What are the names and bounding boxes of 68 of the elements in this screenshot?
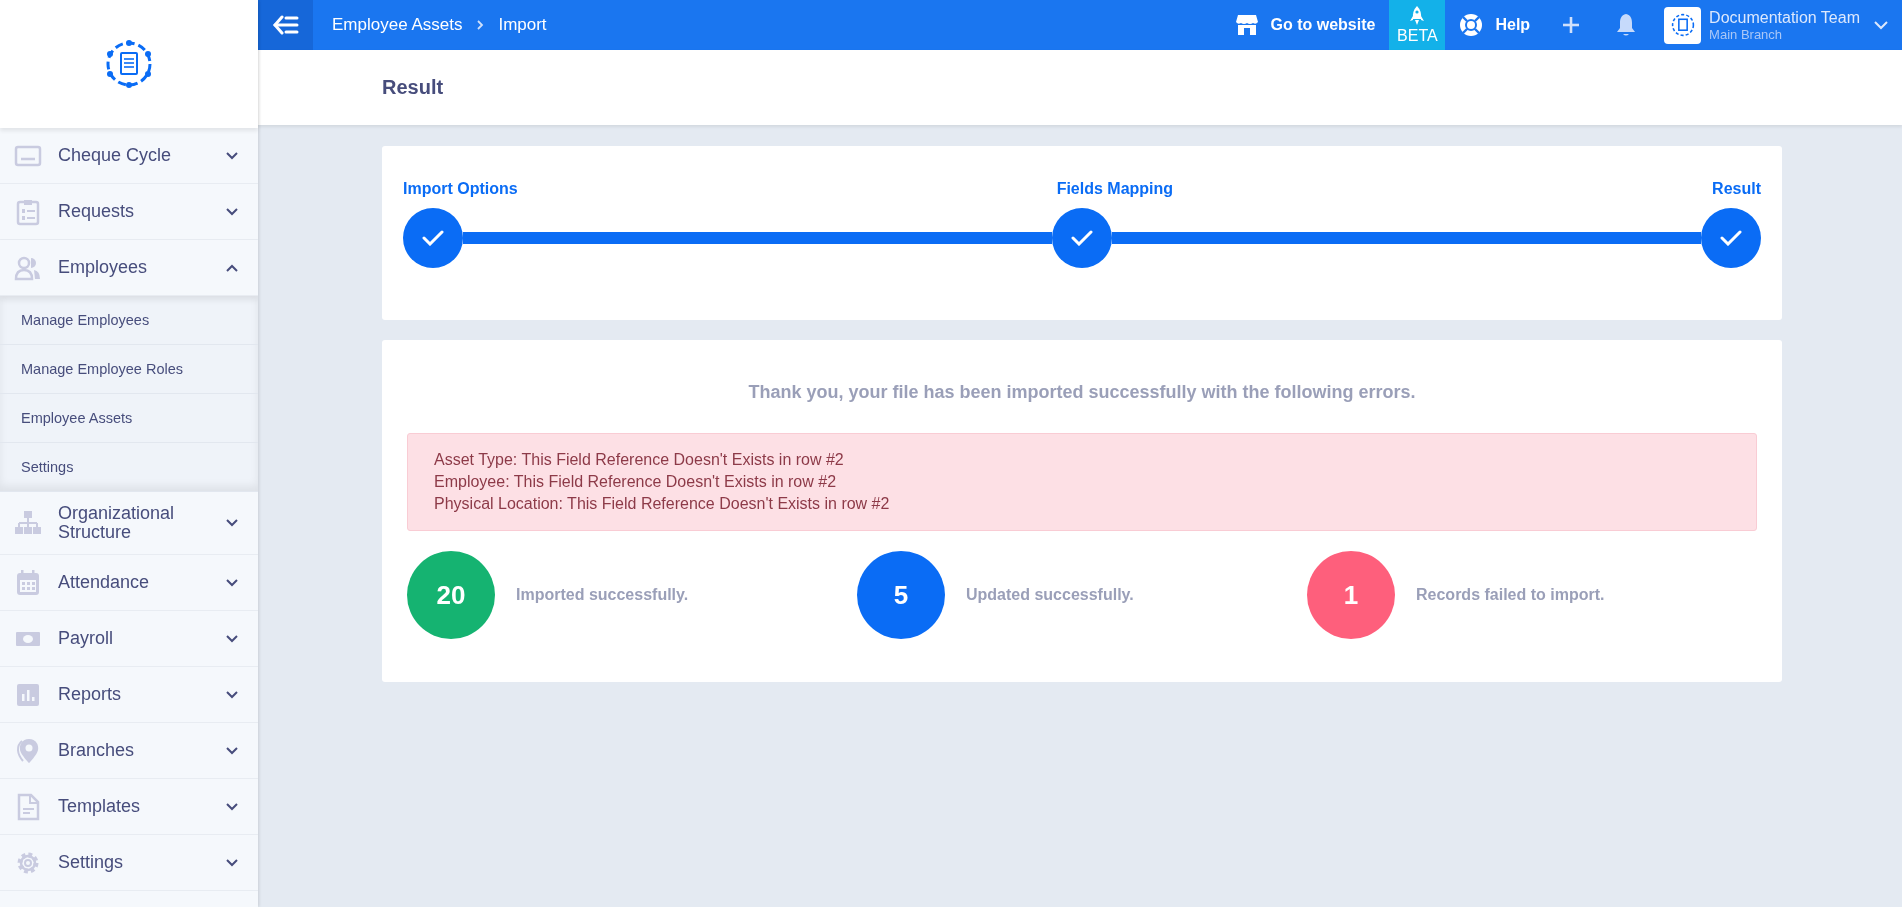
sidebar-item[interactable]: Branches [0, 723, 258, 779]
sidebar-item-label: Branches [58, 741, 136, 760]
plus-icon[interactable] [1562, 16, 1581, 34]
branch-name: Main Branch [1709, 26, 1784, 42]
logo-icon [104, 39, 154, 89]
sidebar-item[interactable]: Reports [0, 667, 258, 723]
stat-label: Imported successfully. [516, 586, 689, 604]
hierarchy-icon [14, 509, 42, 537]
sidebar-item[interactable]: Organizational Structure [0, 492, 258, 555]
submenu-item[interactable]: Manage Employee Roles [0, 345, 258, 394]
lifebuoy-icon [1459, 13, 1484, 37]
submenu-item[interactable]: Employee Assets [0, 394, 258, 443]
account-name: Documentation Team [1709, 8, 1860, 27]
sidebar-item[interactable]: Payroll [0, 611, 258, 667]
chevron-down-icon [226, 802, 238, 811]
sidebar-item-label: Requests [58, 202, 136, 221]
chevron-down-icon [226, 634, 238, 643]
chevron-down-icon [1874, 20, 1888, 30]
chevron-down-icon [226, 207, 238, 216]
sidebar-item[interactable]: Attendance [0, 555, 258, 611]
chevron-right-icon [476, 19, 485, 31]
submenu-item[interactable]: Settings [0, 443, 258, 492]
store-icon [1234, 14, 1259, 36]
count-badge: 1 [1307, 551, 1395, 639]
count-badge: 5 [857, 551, 945, 639]
page-title: Result [382, 76, 444, 99]
sidebar-item[interactable]: Settings [0, 835, 258, 891]
chevron-down-icon [226, 578, 238, 587]
arrow-menu-icon [272, 15, 299, 35]
rocket-icon [1410, 5, 1425, 26]
submenu-item[interactable]: Manage Employees [0, 296, 258, 345]
sidebar-item[interactable]: Cheque Cycle [0, 128, 258, 184]
account-menu[interactable]: Documentation Team Main Branch [1664, 6, 1888, 44]
collapse-menu-button[interactable] [258, 0, 313, 50]
result-message: Thank you, your file has been imported successfully with the following errors. [747, 382, 1417, 403]
count-badge: 20 [407, 551, 495, 639]
breadcrumb-link[interactable]: Employee Assets [332, 15, 463, 35]
breadcrumb-link[interactable]: Import [498, 15, 547, 35]
step-label: Result [1712, 180, 1761, 198]
error-line: Asset Type: This Field Reference Doesn't Exists in row #2 [434, 450, 845, 470]
bell-icon[interactable] [1616, 13, 1637, 37]
sidebar-item[interactable]: Templates [0, 779, 258, 835]
chevron-down-icon [226, 690, 238, 699]
step-label: Fields Mapping [1056, 180, 1174, 198]
sidebar-item-label: Employees [58, 258, 149, 277]
chevron-down-icon [226, 519, 238, 527]
sidebar-item[interactable]: Requests [0, 184, 258, 240]
sidebar-item-label: Settings [58, 853, 125, 872]
sidebar-item-label: Payroll [58, 629, 115, 648]
sidebar-item-label: Attendance [58, 573, 151, 592]
stat-label: Records failed to import. [1416, 586, 1605, 604]
clipboard-icon [14, 197, 42, 226]
sidebar-item-label: Organizational Structure [58, 504, 176, 542]
chevron-down-icon [226, 858, 238, 867]
error-line: Employee: This Field Reference Doesn't Exists in row #2 [434, 472, 838, 492]
go-to-website-link[interactable]: Go to website [1234, 14, 1376, 36]
sidebar-item-label: Templates [58, 797, 142, 816]
stat-label: Updated successfully. [966, 586, 1134, 604]
chevron-up-icon [226, 263, 238, 272]
chevron-down-icon [226, 151, 238, 160]
help-link[interactable]: Help [1459, 13, 1531, 37]
calendar-icon [14, 568, 42, 597]
error-line: Physical Location: This Field Reference Doesn't Exists in row #2 [434, 494, 891, 514]
sidebar-item-label: Reports [58, 685, 123, 704]
sidebar-item-label: Cheque Cycle [58, 146, 173, 165]
chevron-down-icon [226, 746, 238, 755]
avatar-icon [1664, 6, 1702, 44]
step-label: Import Options [403, 180, 518, 198]
